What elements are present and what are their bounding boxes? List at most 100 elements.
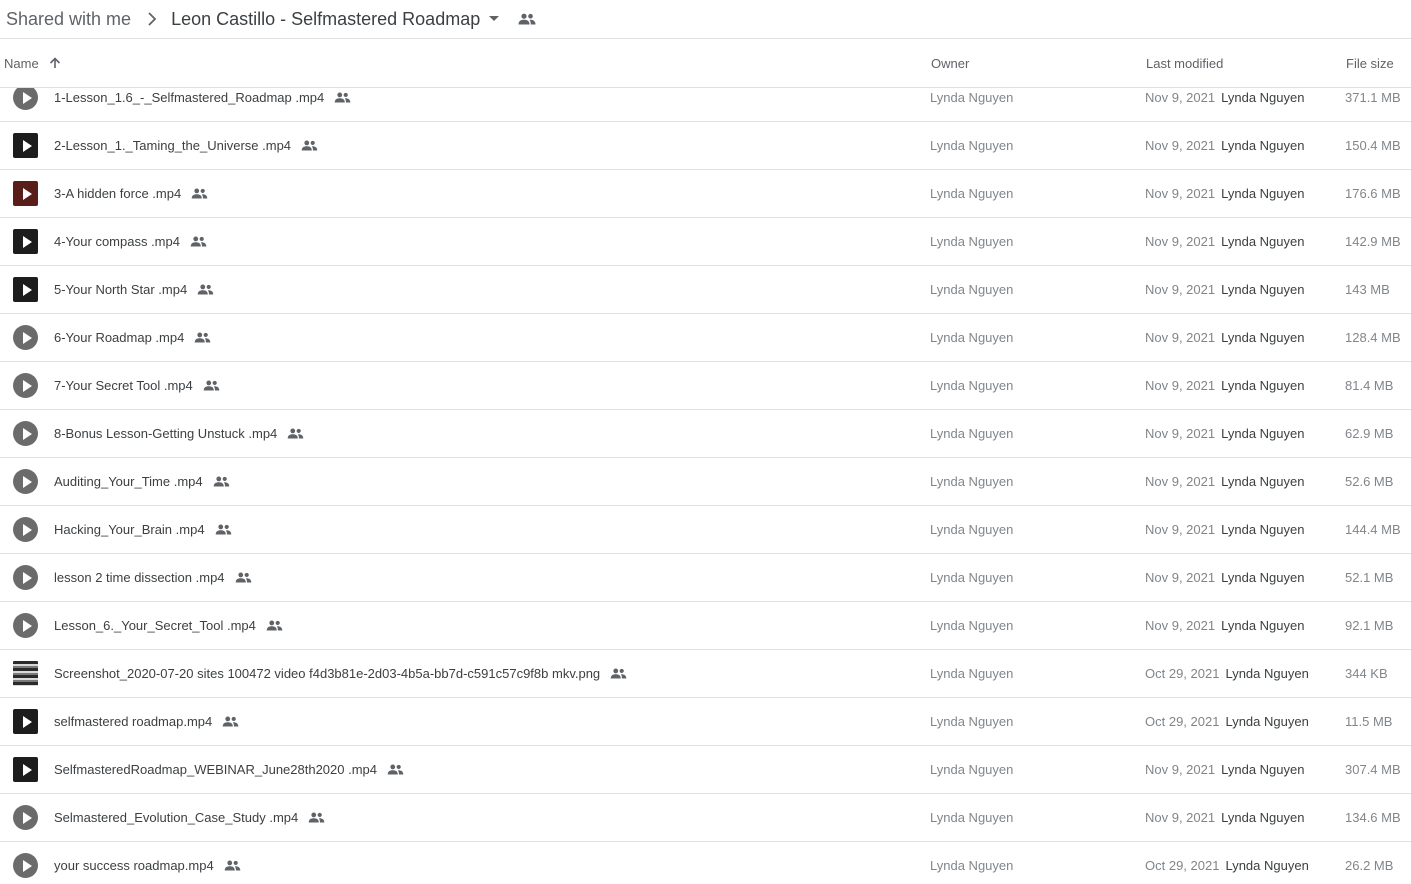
shared-people-icon [215,524,232,535]
modified-by: Lynda Nguyen [1225,714,1309,729]
file-row[interactable]: 6-Your Roadmap .mp4 Lynda Nguyen Nov 9, … [0,314,1411,362]
video-thumbnail-icon [13,325,38,350]
play-icon [22,331,32,344]
file-row[interactable]: 2-Lesson_1._Taming_the_Universe .mp4 Lyn… [0,122,1411,170]
file-row[interactable]: lesson 2 time dissection .mp4 Lynda Nguy… [0,554,1411,602]
file-name[interactable]: 1-Lesson_1.6_-_Selfmastered_Roadmap .mp4 [54,90,324,105]
file-last-modified: Oct 29, 2021 Lynda Nguyen [1145,842,1309,884]
shared-people-icon [197,284,214,295]
file-owner: Lynda Nguyen [930,762,1014,777]
modified-date: Nov 9, 2021 [1145,378,1216,393]
file-name[interactable]: Selmastered_Evolution_Case_Study .mp4 [54,810,298,825]
file-last-modified: Nov 9, 2021 Lynda Nguyen [1145,602,1304,649]
column-header-name-label: Name [4,55,39,71]
file-owner: Lynda Nguyen [930,522,1014,537]
file-row[interactable]: Selmastered_Evolution_Case_Study .mp4 Ly… [0,794,1411,842]
file-row[interactable]: Lesson_6._Your_Secret_Tool .mp4 Lynda Ng… [0,602,1411,650]
file-name[interactable]: 8-Bonus Lesson-Getting Unstuck .mp4 [54,426,277,441]
file-owner: Lynda Nguyen [930,570,1014,585]
shared-people-icon [301,140,318,151]
modified-date: Oct 29, 2021 [1145,714,1220,729]
modified-by: Lynda Nguyen [1221,330,1305,345]
file-name[interactable]: 5-Your North Star .mp4 [54,282,187,297]
modified-by: Lynda Nguyen [1221,186,1305,201]
file-name[interactable]: SelfmasteredRoadmap_WEBINAR_June28th2020… [54,762,377,777]
column-header-owner[interactable]: Owner [931,39,969,87]
modified-by: Lynda Nguyen [1221,474,1305,489]
modified-by: Lynda Nguyen [1221,618,1305,633]
file-size: 344 KB [1345,666,1388,681]
file-name[interactable]: selfmastered roadmap.mp4 [54,714,212,729]
file-row[interactable]: 8-Bonus Lesson-Getting Unstuck .mp4 Lynd… [0,410,1411,458]
file-row[interactable]: selfmastered roadmap.mp4 Lynda Nguyen Oc… [0,698,1411,746]
arrow-up-icon[interactable] [49,57,61,69]
file-name[interactable]: Lesson_6._Your_Secret_Tool .mp4 [54,618,256,633]
modified-date: Nov 9, 2021 [1145,618,1216,633]
column-header-last-modified[interactable]: Last modified [1146,39,1223,87]
modified-date: Nov 9, 2021 [1145,186,1216,201]
file-owner: Lynda Nguyen [930,330,1014,345]
video-thumbnail-icon [13,565,38,590]
video-thumbnail-icon [13,853,38,878]
column-header-file-size[interactable]: File size [1346,39,1394,87]
modified-by: Lynda Nguyen [1225,858,1309,873]
file-row[interactable]: 1-Lesson_1.6_-_Selfmastered_Roadmap .mp4… [0,88,1411,122]
file-name[interactable]: 2-Lesson_1._Taming_the_Universe .mp4 [54,138,291,153]
file-owner: Lynda Nguyen [930,138,1014,153]
modified-date: Nov 9, 2021 [1145,474,1216,489]
file-name[interactable]: Auditing_Your_Time .mp4 [54,474,203,489]
modified-by: Lynda Nguyen [1221,378,1305,393]
file-owner: Lynda Nguyen [930,810,1014,825]
file-last-modified: Oct 29, 2021 Lynda Nguyen [1145,698,1309,745]
file-name[interactable]: Hacking_Your_Brain .mp4 [54,522,205,537]
modified-by: Lynda Nguyen [1225,666,1309,681]
shared-people-icon [213,476,230,487]
file-row[interactable]: 4-Your compass .mp4 Lynda Nguyen Nov 9, … [0,218,1411,266]
file-row[interactable]: Screenshot_2020-07-20 sites 100472 video… [0,650,1411,698]
file-row[interactable]: your success roadmap.mp4 Lynda Nguyen Oc… [0,842,1411,884]
video-thumbnail-icon [13,373,38,398]
file-name[interactable]: 3-A hidden force .mp4 [54,186,181,201]
file-row[interactable]: 7-Your Secret Tool .mp4 Lynda Nguyen Nov… [0,362,1411,410]
file-owner: Lynda Nguyen [930,474,1014,489]
file-name[interactable]: 4-Your compass .mp4 [54,234,180,249]
file-name[interactable]: your success roadmap.mp4 [54,858,214,873]
caret-down-icon[interactable] [488,15,500,23]
video-thumbnail-icon [13,229,38,254]
file-last-modified: Nov 9, 2021 Lynda Nguyen [1145,410,1304,457]
file-row[interactable]: 3-A hidden force .mp4 Lynda Nguyen Nov 9… [0,170,1411,218]
shared-people-icon [266,620,283,631]
file-last-modified: Nov 9, 2021 Lynda Nguyen [1145,170,1304,217]
file-owner: Lynda Nguyen [930,234,1014,249]
breadcrumb-current-folder[interactable]: Leon Castillo - Selfmastered Roadmap [171,9,480,30]
file-list[interactable]: 1-Lesson_1.6_-_Selfmastered_Roadmap .mp4… [0,88,1411,884]
file-owner: Lynda Nguyen [930,714,1014,729]
file-row[interactable]: SelfmasteredRoadmap_WEBINAR_June28th2020… [0,746,1411,794]
modified-date: Nov 9, 2021 [1145,570,1216,585]
modified-date: Nov 9, 2021 [1145,330,1216,345]
column-header-name[interactable]: Name [4,39,61,87]
file-row[interactable]: Auditing_Your_Time .mp4 Lynda Nguyen Nov… [0,458,1411,506]
play-icon [22,91,32,104]
play-icon [22,139,32,152]
modified-date: Nov 9, 2021 [1145,810,1216,825]
play-icon [22,235,32,248]
file-row[interactable]: 5-Your North Star .mp4 Lynda Nguyen Nov … [0,266,1411,314]
file-size: 134.6 MB [1345,810,1401,825]
file-name[interactable]: 7-Your Secret Tool .mp4 [54,378,193,393]
file-last-modified: Nov 9, 2021 Lynda Nguyen [1145,314,1304,361]
file-size: 52.6 MB [1345,474,1394,489]
file-name[interactable]: 6-Your Roadmap .mp4 [54,330,184,345]
file-size: 371.1 MB [1345,90,1401,105]
file-last-modified: Nov 9, 2021 Lynda Nguyen [1145,266,1304,313]
play-icon [22,379,32,392]
chevron-right-icon [147,12,157,26]
file-name[interactable]: lesson 2 time dissection .mp4 [54,570,225,585]
file-size: 52.1 MB [1345,570,1394,585]
video-thumbnail-icon [13,421,38,446]
shared-folder-icon[interactable] [518,13,536,25]
breadcrumb-shared-with-me[interactable]: Shared with me [6,9,131,30]
file-row[interactable]: Hacking_Your_Brain .mp4 Lynda Nguyen Nov… [0,506,1411,554]
play-icon [22,523,32,536]
file-name[interactable]: Screenshot_2020-07-20 sites 100472 video… [54,666,600,681]
